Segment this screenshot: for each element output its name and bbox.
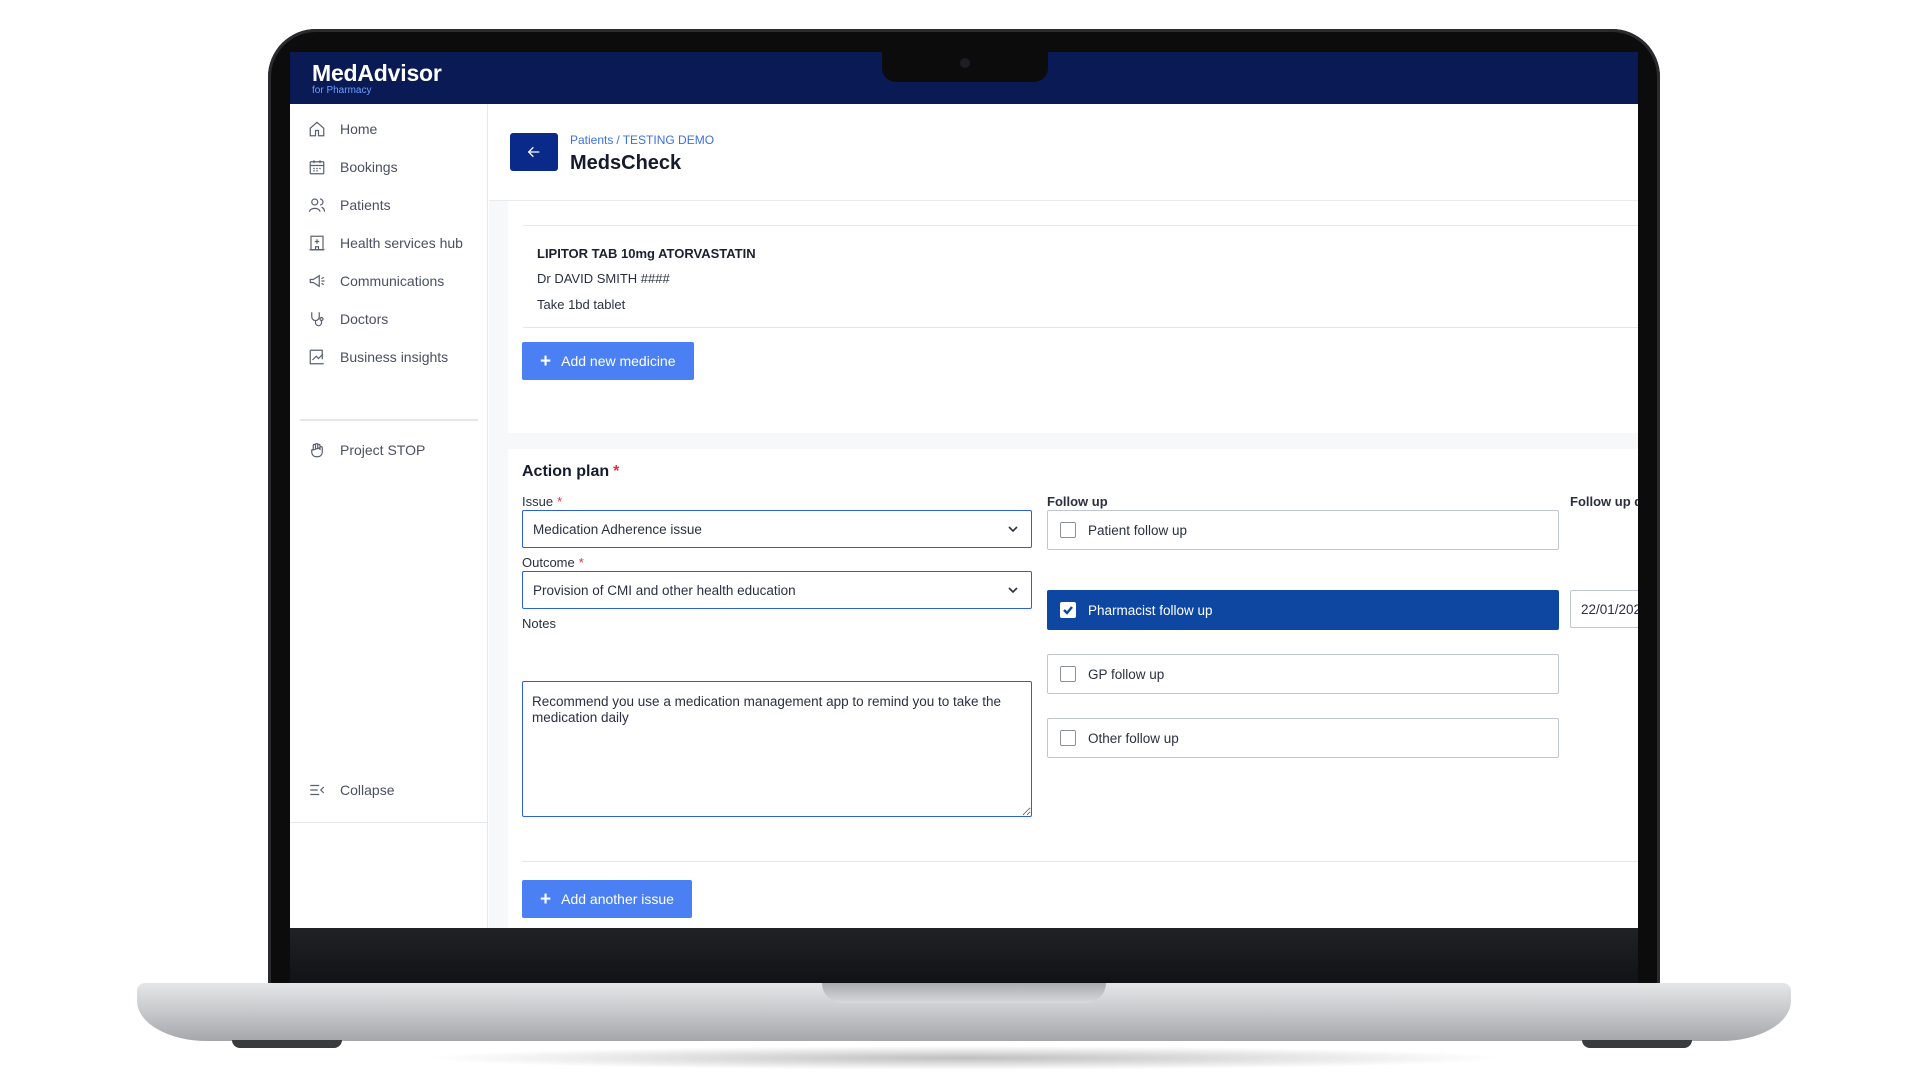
calendar-icon — [309, 160, 325, 175]
sidebar-item-label: Health services hub — [340, 235, 463, 251]
sidebar-item-business-insights[interactable]: Business insights — [308, 345, 448, 369]
required-marker: * — [557, 494, 563, 509]
breadcrumb-patients[interactable]: Patients — [570, 133, 613, 147]
laptop-foot-left — [232, 1040, 342, 1048]
hospital-icon — [309, 235, 325, 251]
follow-up-option-label: GP follow up — [1088, 666, 1165, 682]
brand-name: MedAdvisor — [312, 60, 442, 86]
follow-up-date-label: Follow up d — [1570, 494, 1638, 509]
issue-select-value: Medication Adherence issue — [533, 521, 702, 537]
arrow-left-icon — [527, 146, 540, 158]
sidebar-item-project-stop[interactable]: Project STOP — [308, 438, 425, 462]
medicines-card: LIPITOR TAB 10mg ATORVASTATIN Dr DAVID S… — [508, 201, 1638, 433]
collapse-button[interactable]: Collapse — [308, 778, 394, 802]
follow-up-date-input[interactable]: 22/01/202 — [1570, 590, 1638, 628]
sidebar-divider — [300, 419, 478, 421]
sidebar-item-label: Project STOP — [340, 442, 426, 458]
home-icon — [309, 121, 325, 137]
plus-icon: + — [540, 888, 552, 910]
sidebar-bottom-divider — [290, 822, 488, 823]
add-another-issue-button[interactable]: + Add another issue — [522, 880, 692, 918]
medicine-name: LIPITOR TAB 10mg ATORVASTATIN — [537, 246, 756, 261]
notes-label: Notes — [522, 616, 556, 631]
chart-icon — [309, 349, 324, 365]
required-marker: * — [613, 463, 620, 480]
sidebar-item-label: Business insights — [340, 349, 449, 365]
add-another-issue-label: Add another issue — [561, 891, 674, 907]
page-header: Patients / TESTING DEMO MedsCheck — [489, 104, 1638, 201]
breadcrumb-separator: / — [616, 133, 620, 147]
chevron-down-icon — [1007, 584, 1019, 596]
chevron-down-icon — [1007, 523, 1019, 535]
outcome-select-value: Provision of CMI and other health educat… — [533, 582, 796, 598]
action-plan-card: Action plan * Issue * Medication Adherence… — [508, 449, 1638, 928]
hand-icon — [311, 443, 323, 458]
checkbox-checked[interactable] — [1060, 602, 1076, 618]
action-plan-title: Action plan * — [522, 463, 619, 481]
sidebar-item-label: Bookings — [340, 159, 398, 175]
checkbox-unchecked[interactable] — [1060, 522, 1076, 538]
action-plan-title-text: Action plan — [522, 463, 610, 480]
medicine-row-divider — [523, 327, 1638, 328]
pharmacist-follow-up-option[interactable]: Pharmacist follow up — [1047, 590, 1559, 630]
brand-logo[interactable]: MedAdvisor for Pharmacy — [312, 60, 442, 96]
gp-follow-up-option[interactable]: GP follow up — [1047, 654, 1559, 694]
medicine-doctor: Dr DAVID SMITH #### — [537, 271, 670, 286]
stethoscope-icon — [311, 312, 324, 327]
megaphone-icon — [309, 274, 325, 288]
sidebar-item-home[interactable]: Home — [308, 117, 377, 141]
notes-textarea[interactable]: Recommend you use a medication managemen… — [522, 681, 1032, 817]
sidebar-item-label: Patients — [340, 197, 391, 213]
collapse-label: Collapse — [340, 782, 395, 798]
outcome-label: Outcome * — [522, 555, 584, 570]
checkmark-icon — [1063, 606, 1073, 615]
breadcrumb: Patients / TESTING DEMO — [570, 133, 714, 147]
add-new-medicine-button[interactable]: + Add new medicine — [522, 342, 694, 380]
collapse-icon — [310, 784, 325, 796]
medicine-row-divider — [523, 225, 1638, 226]
required-marker: * — [578, 555, 584, 570]
laptop-base-notch — [822, 983, 1106, 1003]
checkbox-unchecked[interactable] — [1060, 666, 1076, 682]
issue-select[interactable]: Medication Adherence issue — [522, 510, 1032, 548]
laptop-foot-right — [1582, 1040, 1692, 1048]
action-plan-divider — [522, 861, 1638, 862]
breadcrumb-patient-name[interactable]: TESTING DEMO — [623, 133, 714, 147]
follow-up-option-label: Other follow up — [1088, 730, 1179, 746]
sidebar-item-label: Home — [340, 121, 378, 137]
medicine-instructions: Take 1bd tablet — [537, 297, 626, 312]
issue-label-text: Issue — [522, 494, 554, 509]
outcome-label-text: Outcome — [522, 555, 575, 570]
follow-up-date-value: 22/01/202 — [1581, 601, 1638, 617]
main-content: Patients / TESTING DEMO MedsCheck LIPITOR … — [489, 104, 1638, 928]
checkbox-unchecked[interactable] — [1060, 730, 1076, 746]
laptop-chin — [290, 927, 1638, 987]
sidebar-item-bookings[interactable]: Bookings — [308, 155, 398, 179]
follow-up-label: Follow up — [1047, 494, 1108, 509]
sidebar-item-label: Doctors — [340, 311, 389, 327]
sidebar-item-communications[interactable]: Communications — [308, 269, 444, 293]
back-button[interactable] — [510, 133, 558, 171]
screen: MedAdvisor for Pharmacy Home Bookings Pa… — [290, 52, 1638, 928]
sidebar-item-patients[interactable]: Patients — [308, 193, 391, 217]
brand-subtitle: for Pharmacy — [312, 85, 372, 96]
patient-follow-up-option[interactable]: Patient follow up — [1047, 510, 1559, 550]
follow-up-option-label: Patient follow up — [1088, 522, 1188, 538]
sidebar-item-label: Communications — [340, 273, 445, 289]
sidebar: Home Bookings Patients Health services h… — [290, 104, 488, 928]
follow-up-option-label: Pharmacist follow up — [1088, 602, 1213, 618]
sidebar-item-health-services-hub[interactable]: Health services hub — [308, 231, 463, 255]
laptop-shadow — [420, 1046, 1510, 1070]
page-title: MedsCheck — [570, 152, 682, 174]
add-new-medicine-label: Add new medicine — [561, 353, 676, 369]
issue-label: Issue * — [522, 494, 562, 509]
camera-icon — [960, 58, 970, 68]
sidebar-item-doctors[interactable]: Doctors — [308, 307, 388, 331]
outcome-select[interactable]: Provision of CMI and other health educat… — [522, 571, 1032, 609]
other-follow-up-option[interactable]: Other follow up — [1047, 718, 1559, 758]
users-icon — [308, 198, 326, 212]
plus-icon: + — [540, 350, 552, 372]
